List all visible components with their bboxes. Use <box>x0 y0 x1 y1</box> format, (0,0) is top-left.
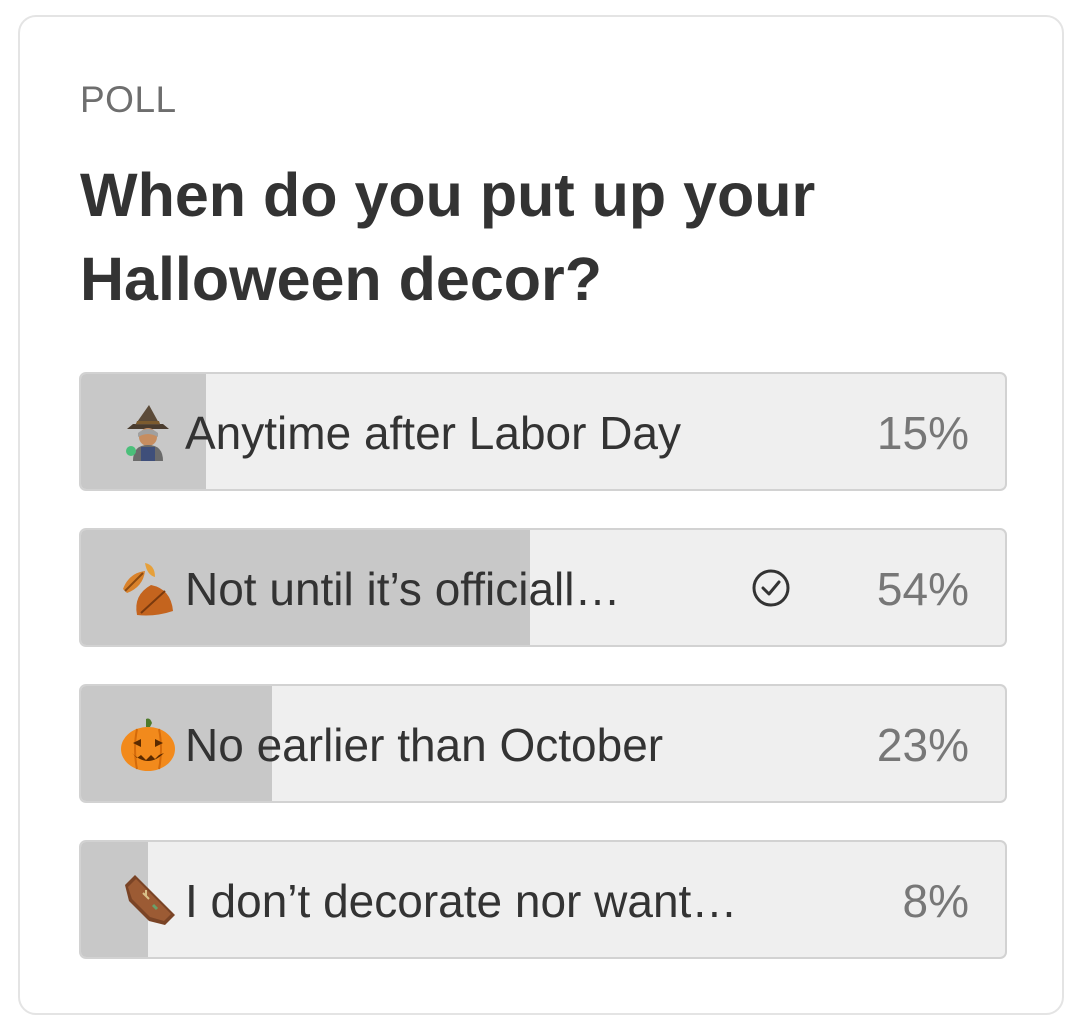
fallen-leaves-icon <box>119 559 177 617</box>
poll-label: POLL <box>80 79 177 120</box>
poll-option-october[interactable]: No earlier than October 23% <box>79 684 1007 803</box>
option-percent: 15% <box>876 407 969 459</box>
option-percent: 8% <box>902 875 969 927</box>
poll-options: Anytime after Labor Day 15% Not until it… <box>79 372 1007 996</box>
selected-check-icon <box>751 568 791 608</box>
option-percent: 54% <box>876 563 969 615</box>
witch-icon <box>119 403 177 461</box>
option-label: Anytime after Labor Day <box>185 407 682 459</box>
jack-o-lantern-icon <box>119 715 177 773</box>
option-label: No earlier than October <box>185 719 664 771</box>
coffin-icon <box>119 871 177 929</box>
poll-option-officially-fall[interactable]: Not until it’s officiall… 54% <box>79 528 1007 647</box>
option-label: I don’t decorate nor want… <box>185 875 738 927</box>
poll-option-no-decorate[interactable]: I don’t decorate nor want… 8% <box>79 840 1007 959</box>
poll-card: POLL When do you put up your Halloween d… <box>18 15 1064 1015</box>
option-percent: 23% <box>876 719 969 771</box>
poll-option-labor-day[interactable]: Anytime after Labor Day 15% <box>79 372 1007 491</box>
poll-question: When do you put up your Halloween decor? <box>80 161 816 313</box>
option-label: Not until it’s officiall… <box>185 563 621 615</box>
